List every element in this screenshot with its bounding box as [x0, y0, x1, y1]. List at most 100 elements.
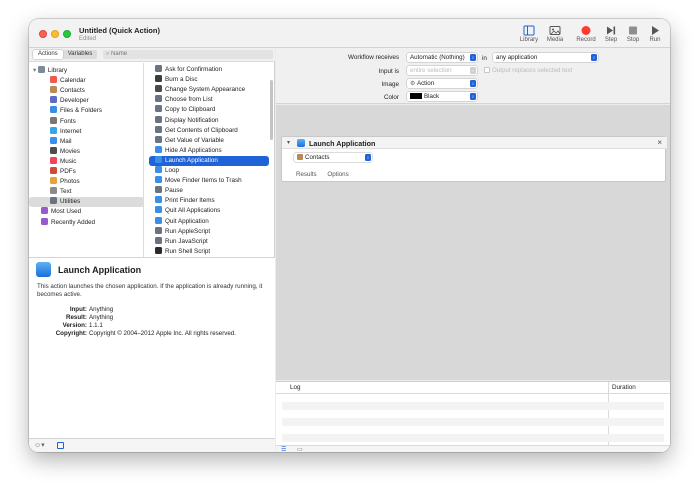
search-field[interactable]: ⌕ [103, 50, 273, 59]
log-column-header[interactable]: Log [290, 382, 301, 394]
application-chooser-popup[interactable]: Contacts ↕ [294, 153, 372, 162]
meta-result: Result: Anything [66, 314, 114, 321]
action-item-label: Get Value of Variable [165, 136, 224, 144]
image-popup[interactable]: ⚙ Action ↕ [407, 79, 477, 88]
toolbar-library-button[interactable]: Library [516, 25, 542, 47]
utilities-icon [155, 125, 162, 133]
sidebar-item-calendar[interactable]: Calendar [29, 76, 143, 86]
meta-copyright: Copyright: Copyright © 2004–2012 Apple In… [55, 330, 236, 337]
sidebar-item-fonts[interactable]: Fonts [29, 116, 143, 127]
description-toggle-icon[interactable] [57, 442, 64, 449]
action-item-label: Hide All Applications [165, 146, 222, 154]
toolbar-record-button[interactable]: Record [573, 25, 599, 47]
action-item-label: Quit All Applications [165, 207, 221, 215]
sidebar-item-recently-added[interactable]: Recently Added [29, 217, 143, 228]
finder-icon [155, 176, 162, 184]
action-description: Launch Application This action launches … [29, 257, 275, 438]
zoom-window-button[interactable] [63, 30, 71, 38]
toolbar-run-button[interactable]: Run [642, 25, 668, 47]
action-menu-icon[interactable]: ☺▾ [34, 441, 45, 449]
sidebar-item-music[interactable]: Music [29, 156, 143, 167]
sidebar-item-label: Fonts [60, 117, 76, 125]
finder-icon [155, 145, 162, 153]
action-item-get-value-of-variable[interactable]: Get Value of Variable [149, 135, 269, 146]
color-popup[interactable]: Black ↕ [407, 92, 477, 101]
tab-results[interactable]: Results [296, 171, 317, 178]
terminal-icon [155, 246, 162, 254]
sidebar-item-most-used[interactable]: Most Used [29, 207, 143, 217]
sidebar-item-files-folders[interactable]: Files & Folders [29, 106, 143, 116]
sidebar-item-photos[interactable]: Photos [29, 177, 143, 187]
media-icon [549, 26, 561, 35]
action-item-get-contents-of-clipboard[interactable]: Get Contents of Clipboard [149, 125, 269, 136]
list-view-icon[interactable]: ☰ [281, 446, 286, 452]
sidebar-item-label: Utilities [60, 198, 81, 206]
action-item-label: Run Shell Script [165, 247, 211, 255]
sidebar-item-text[interactable]: Text [29, 187, 143, 197]
sidebar-item-utilities[interactable]: Utilities [29, 197, 143, 208]
action-item-change-system-appearance[interactable]: Change System Appearance [149, 85, 269, 95]
action-item-print-finder-items[interactable]: Print Finder Items [149, 196, 269, 206]
duration-column-header[interactable]: Duration [612, 382, 636, 394]
action-item-label: Quit Application [165, 217, 209, 225]
workflow-receives-popup[interactable]: Automatic (Nothing) ↕ [407, 53, 477, 62]
action-item-burn-a-disc[interactable]: Burn a Disc [149, 75, 269, 85]
sidebar-item-label: Most Used [51, 208, 82, 216]
utilities-icon [155, 95, 162, 103]
smart-folder-icon [41, 217, 48, 225]
tab-options[interactable]: Options [327, 171, 348, 178]
action-item-launch-application[interactable]: Launch Application [149, 155, 269, 166]
utilities-icon [155, 115, 162, 123]
column-view-icon[interactable]: ▭ [297, 446, 303, 452]
action-item-move-finder-items-to-trash[interactable]: Move Finder Items to Trash [149, 176, 269, 186]
chevron-updown-icon: ↕ [470, 67, 476, 74]
action-item-display-notification[interactable]: Display Notification [149, 115, 269, 126]
action-item-copy-to-clipboard[interactable]: Copy to Clipboard [149, 105, 269, 115]
action-item-pause[interactable]: Pause [149, 186, 269, 196]
sidebar-item-developer[interactable]: Developer [29, 96, 143, 106]
launch-application-action[interactable]: ▾ Launch Application × Contacts ↕ Result… [281, 136, 667, 182]
close-icon[interactable]: × [657, 138, 662, 147]
utilities-icon [155, 65, 162, 72]
minimize-window-button[interactable] [51, 30, 59, 38]
pdf-icon [50, 167, 57, 174]
action-list-scrollbar[interactable] [270, 80, 273, 140]
action-item-run-javascript[interactable]: Run JavaScript [149, 236, 269, 247]
search-input[interactable] [111, 51, 252, 57]
in-label: in [482, 55, 487, 62]
action-item-choose-from-list[interactable]: Choose from List [149, 95, 269, 105]
action-item-quit-application[interactable]: Quit Application [149, 216, 269, 227]
action-item-label: Launch Application [165, 156, 218, 164]
chevron-updown-icon: ↕ [470, 80, 476, 87]
action-item-run-shell-script[interactable]: Run Shell Script [149, 246, 269, 257]
sidebar-item-movies[interactable]: Movies [29, 146, 143, 157]
workflow-canvas[interactable]: ▾ Launch Application × Contacts ↕ Result… [276, 105, 670, 380]
tab-actions[interactable]: Actions [33, 50, 63, 59]
log-row [282, 418, 664, 426]
action-item-label: Run AppleScript [165, 227, 211, 235]
action-item-loop[interactable]: Loop [149, 166, 269, 176]
automator-window: Untitled (Quick Action) Edited Library M… [29, 19, 670, 452]
disclosure-triangle-icon[interactable]: ▾ [287, 139, 290, 146]
sidebar-item-pdfs[interactable]: PDFs [29, 167, 143, 177]
appearance-icon [155, 85, 162, 93]
tab-variables[interactable]: Variables [63, 50, 98, 59]
sidebar-item-mail[interactable]: Mail [29, 136, 143, 147]
sidebar-item-internet[interactable]: Internet [29, 126, 143, 137]
action-item-quit-all-applications[interactable]: Quit All Applications [149, 206, 269, 216]
sidebar-item-label: Mail [60, 137, 72, 145]
sidebar-item-library[interactable]: ▾ Library [29, 66, 143, 76]
close-window-button[interactable] [39, 30, 47, 38]
toolbar-media-label: Media [546, 37, 564, 43]
action-item-hide-all-applications[interactable]: Hide All Applications [149, 145, 269, 156]
log-panel: Log Duration ☰ ▭ [276, 381, 670, 452]
action-card-tabs: Results Options [296, 171, 358, 178]
sidebar-item-contacts[interactable]: Contacts [29, 86, 143, 96]
action-item-run-applescript[interactable]: Run AppleScript [149, 226, 269, 237]
application-popup[interactable]: any application ↕ [493, 53, 598, 62]
smart-folder-icon [41, 207, 48, 215]
action-item-ask-for-confirmation[interactable]: Ask for Confirmation [149, 65, 269, 75]
finder-icon [155, 166, 162, 173]
toolbar-media-button[interactable]: Media [542, 25, 568, 47]
utilities-icon [155, 105, 162, 113]
